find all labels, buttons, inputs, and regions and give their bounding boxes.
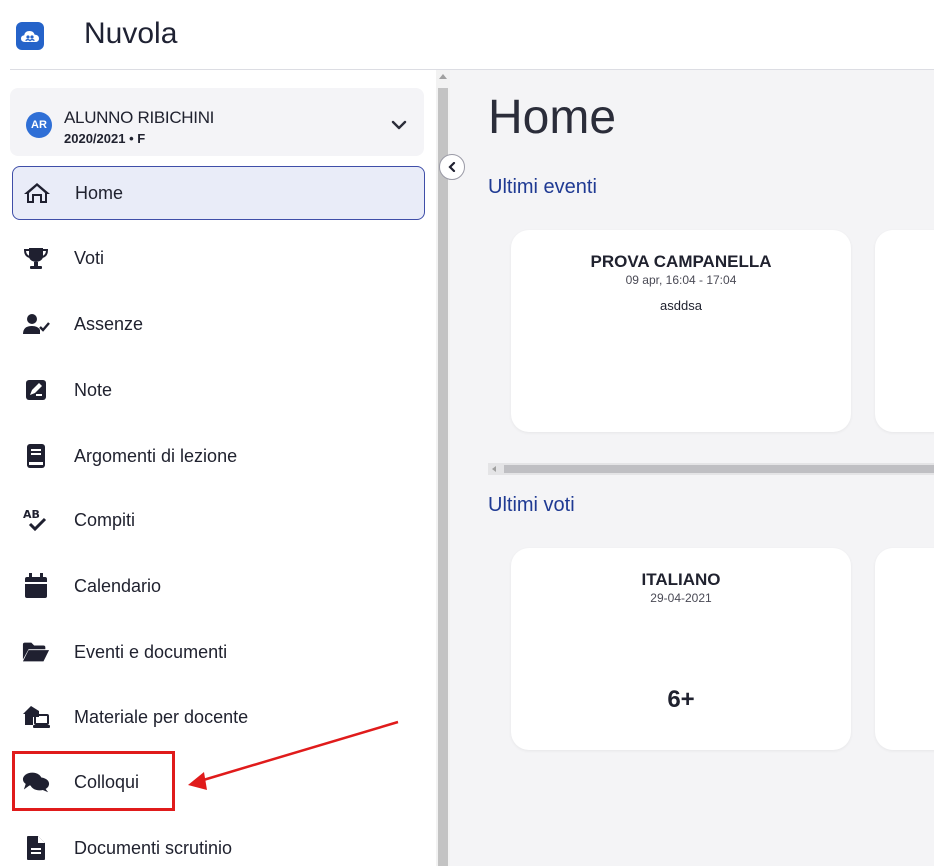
user-check-icon bbox=[22, 310, 50, 338]
calendar-icon bbox=[22, 572, 50, 600]
scroll-up-arrow-icon[interactable] bbox=[439, 74, 447, 79]
file-icon bbox=[22, 834, 50, 862]
sidebar-item-label: Argomenti di lezione bbox=[74, 445, 238, 466]
scrollbar-thumb[interactable] bbox=[438, 88, 448, 866]
sidebar-item-label: Home bbox=[75, 182, 124, 203]
event-time: 09 apr, 16:04 - 17:04 bbox=[625, 273, 737, 287]
avatar: AR bbox=[26, 112, 52, 138]
svg-text:AB: AB bbox=[23, 508, 40, 521]
home-icon bbox=[23, 179, 51, 207]
event-description: asddsa bbox=[660, 298, 702, 313]
user-year-class: 2020/2021 • F bbox=[64, 131, 146, 146]
grade-subject: ITALIANO bbox=[641, 570, 721, 589]
event-card[interactable]: PROVA CAMPANELLA 09 apr, 16:04 - 17:04 a… bbox=[511, 230, 851, 432]
sidebar-item-label: Calendario bbox=[74, 575, 162, 596]
grades-section-title: Ultimi voti bbox=[488, 494, 575, 516]
sidebar-scrollbar[interactable] bbox=[436, 70, 450, 866]
trophy-icon bbox=[22, 244, 50, 272]
house-laptop-icon bbox=[22, 703, 50, 731]
sidebar-item-calendario[interactable]: Calendario bbox=[12, 559, 425, 613]
sidebar-item-note[interactable]: Note bbox=[12, 363, 425, 417]
nuvola-logo-icon bbox=[16, 22, 44, 50]
sidebar-item-compiti[interactable]: AB Compiti bbox=[12, 493, 425, 547]
grade-card-partial[interactable] bbox=[875, 548, 934, 750]
sidebar-item-documenti-scrutinio[interactable]: Documenti scrutinio bbox=[12, 821, 425, 866]
event-title: PROVA CAMPANELLA bbox=[590, 252, 772, 271]
sidebar-item-label: Voti bbox=[74, 247, 105, 268]
collapse-sidebar-button[interactable] bbox=[439, 154, 465, 180]
book-icon bbox=[22, 442, 50, 470]
page-title: Home bbox=[488, 91, 617, 144]
main-content: Home Ultimi eventi PROVA CAMPANELLA 09 a… bbox=[450, 70, 934, 866]
scroll-left-arrow-icon[interactable] bbox=[492, 466, 496, 472]
sidebar-item-label: Note bbox=[74, 379, 113, 400]
sidebar-item-voti[interactable]: Voti bbox=[12, 231, 425, 285]
grade-date: 29-04-2021 bbox=[650, 591, 712, 605]
grade-value: 6+ bbox=[667, 686, 695, 713]
folder-open-icon bbox=[22, 638, 50, 666]
annotation-highlight-box bbox=[12, 751, 175, 811]
sidebar-item-materiale[interactable]: Materiale per docente bbox=[12, 690, 425, 744]
user-selector[interactable]: AR ALUNNO RIBICHINI 2020/2021 • F bbox=[10, 88, 424, 156]
note-icon bbox=[22, 376, 50, 404]
spellcheck-icon: AB bbox=[22, 506, 50, 534]
sidebar-item-label: Eventi e documenti bbox=[74, 641, 228, 662]
app-title: Nuvola bbox=[84, 17, 178, 50]
chevron-down-icon[interactable] bbox=[390, 118, 408, 132]
chevron-left-icon bbox=[448, 162, 456, 172]
user-name: ALUNNO RIBICHINI bbox=[64, 108, 215, 127]
sidebar-item-assenze[interactable]: Assenze bbox=[12, 297, 425, 351]
sidebar-item-label: Documenti scrutinio bbox=[74, 837, 233, 858]
events-section-title: Ultimi eventi bbox=[488, 176, 597, 198]
events-horizontal-scrollbar[interactable] bbox=[488, 463, 934, 475]
sidebar-item-argomenti[interactable]: Argomenti di lezione bbox=[12, 429, 425, 483]
event-card-partial[interactable] bbox=[875, 230, 934, 432]
sidebar-item-label: Assenze bbox=[74, 313, 144, 334]
sidebar-item-home[interactable]: Home bbox=[12, 166, 425, 220]
top-bar: Nuvola bbox=[0, 0, 934, 70]
sidebar-item-eventi[interactable]: Eventi e documenti bbox=[12, 625, 425, 679]
scrollbar-thumb[interactable] bbox=[504, 465, 934, 473]
sidebar-item-label: Compiti bbox=[74, 509, 136, 530]
grade-card[interactable]: ITALIANO 29-04-2021 6+ bbox=[511, 548, 851, 750]
sidebar: AR ALUNNO RIBICHINI 2020/2021 • F Home V… bbox=[0, 70, 436, 866]
sidebar-item-label: Materiale per docente bbox=[74, 706, 249, 727]
